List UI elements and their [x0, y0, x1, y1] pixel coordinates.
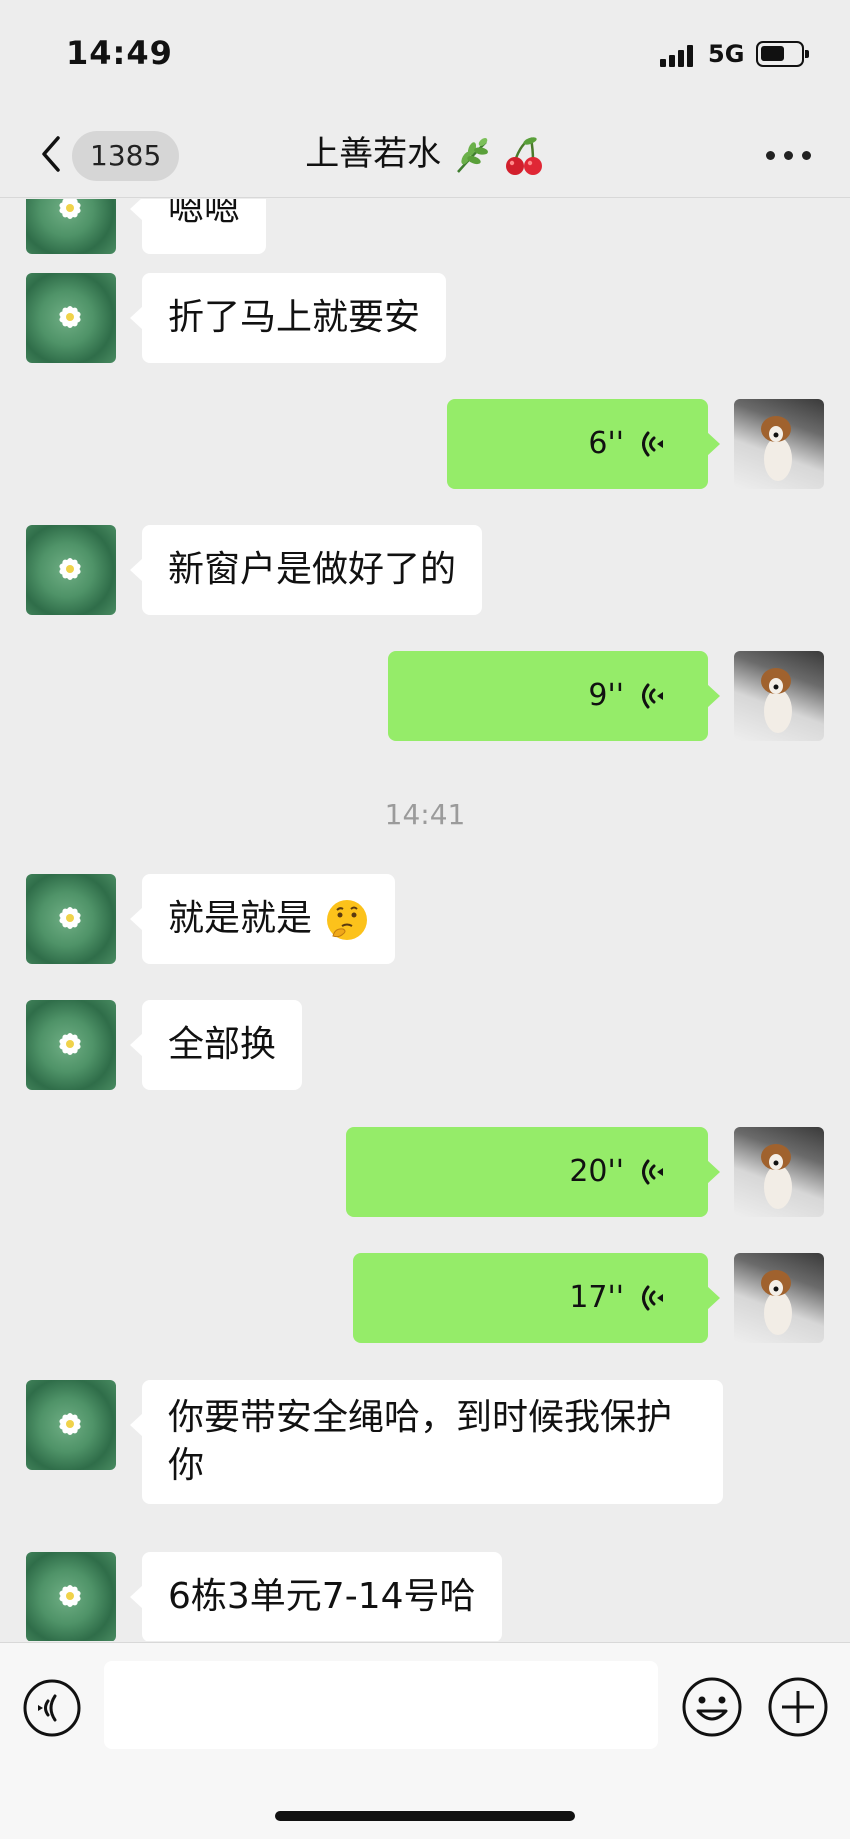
- nav-bar: 1385 上善若水: [0, 110, 850, 198]
- incoming-text-message[interactable]: 折了马上就要安: [129, 273, 447, 363]
- home-indicator: [275, 1811, 575, 1821]
- my-avatar[interactable]: [734, 399, 824, 489]
- contact-avatar[interactable]: [26, 874, 116, 964]
- contact-avatar[interactable]: [26, 525, 116, 615]
- battery-icon: [756, 41, 809, 67]
- message-list[interactable]: 嗯嗯 折了马上就要安 6'' 新窗户是做好了的 9'' 14:41 就是就是 全…: [0, 199, 850, 1641]
- voice-wave-icon: [642, 431, 663, 457]
- emoji-icon[interactable]: [680, 1675, 744, 1739]
- battery-level: [761, 46, 784, 61]
- chat-screen: 14:49 5G 1385 上善若水 嗯嗯 折了马上就要安 6'' 新窗户是做好…: [0, 0, 850, 1839]
- outgoing-voice-message[interactable]: 20'': [346, 1127, 720, 1217]
- signal-strength-icon: [660, 45, 700, 67]
- outgoing-voice-message[interactable]: 9'': [388, 651, 720, 741]
- plus-icon[interactable]: [766, 1675, 830, 1739]
- herb-emoji: [457, 137, 488, 173]
- status-time: 14:49: [66, 34, 173, 72]
- voice-duration: 9'': [588, 678, 624, 713]
- chat-title: 上善若水: [230, 128, 620, 180]
- incoming-text-message[interactable]: 嗯嗯: [129, 199, 267, 254]
- contact-avatar[interactable]: [26, 1552, 116, 1641]
- outgoing-voice-message[interactable]: 17'': [353, 1253, 720, 1343]
- voice-wave-icon: [642, 1285, 663, 1311]
- contact-avatar[interactable]: [26, 1380, 116, 1470]
- voice-wave-icon: [642, 1159, 663, 1185]
- network-type: 5G: [708, 40, 745, 68]
- voice-duration: 6'': [588, 426, 624, 461]
- chat-title-text: 上善若水: [305, 134, 442, 174]
- outgoing-voice-message[interactable]: 6'': [447, 399, 720, 489]
- my-avatar[interactable]: [734, 1127, 824, 1217]
- incoming-text-message[interactable]: 6栋3单元7-14号哈: [130, 1552, 502, 1641]
- message-input[interactable]: [104, 1661, 658, 1749]
- input-bar: [0, 1642, 850, 1839]
- my-avatar[interactable]: [734, 651, 824, 741]
- voice-wave-icon: [642, 683, 663, 709]
- unread-count-badge[interactable]: 1385: [72, 131, 180, 181]
- more-dots-icon[interactable]: [762, 146, 816, 166]
- incoming-text-message[interactable]: 就是就是: [129, 874, 396, 964]
- status-bar: 14:49 5G: [0, 0, 850, 110]
- my-avatar[interactable]: [734, 1253, 824, 1343]
- message-text: 就是就是: [168, 898, 313, 939]
- incoming-text-message[interactable]: 全部换: [129, 1000, 303, 1090]
- thinking-face-emoji: [327, 900, 368, 940]
- incoming-text-message[interactable]: 你要带安全绳哈，到时候我保护你: [130, 1380, 723, 1504]
- voice-input-icon[interactable]: [22, 1678, 82, 1738]
- cherry-emoji: [505, 136, 542, 175]
- message-timestamp: 14:41: [384, 798, 466, 831]
- contact-avatar[interactable]: [26, 273, 116, 363]
- incoming-text-message[interactable]: 新窗户是做好了的: [129, 525, 483, 615]
- voice-duration: 20'': [569, 1154, 624, 1189]
- chevron-left-icon[interactable]: [34, 128, 70, 180]
- contact-avatar[interactable]: [26, 1000, 116, 1090]
- voice-duration: 17'': [569, 1280, 624, 1315]
- contact-avatar[interactable]: [26, 199, 116, 254]
